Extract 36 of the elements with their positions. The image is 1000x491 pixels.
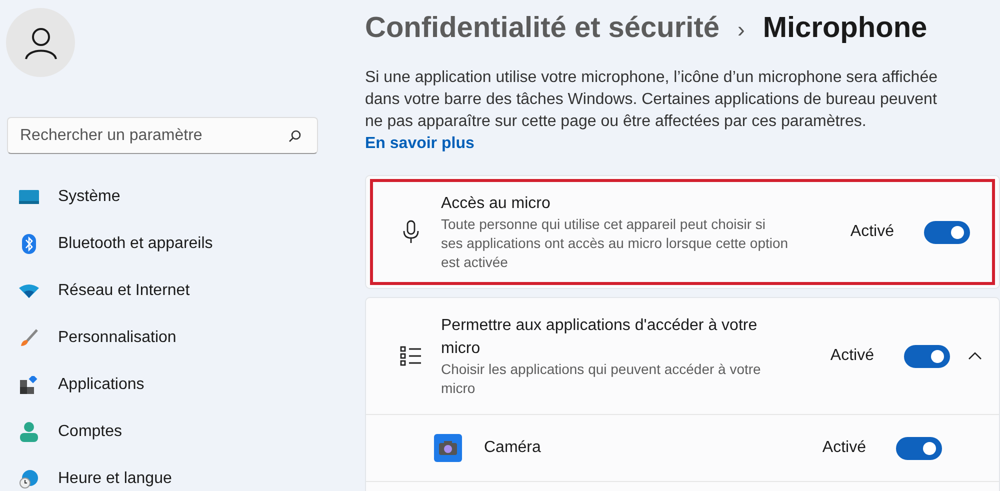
breadcrumb-separator: ›	[738, 17, 745, 43]
nav-item[interactable]: Comptes	[6, 408, 318, 455]
setting-title: Permettre aux applications d'accéder à votre micro	[441, 316, 758, 359]
toggle-switch[interactable]	[904, 344, 950, 368]
search-field[interactable]: Rechercher un paramètre	[7, 117, 318, 154]
chevron-up-icon[interactable]	[968, 352, 982, 360]
monitor-icon	[19, 188, 39, 204]
person-icon	[19, 422, 39, 442]
bluetooth-icon	[19, 234, 39, 254]
nav-item[interactable]: Réseau et Internet	[6, 267, 318, 314]
nav-item[interactable]: Applications	[6, 361, 318, 408]
description-text: Si une application utilise votre microphone, l’icône d’un microphone sera affichée dans votre barre des tâches Windows. Certaines applications de bureau peuvent ne pas apparaître sur cette page ou être affectées par ces paramètres. En savoir plus	[365, 68, 938, 154]
setting-description: Choisir les applications qui peuvent accéder à votre micro	[441, 360, 762, 398]
camera-app-icon	[434, 434, 462, 462]
globe-clock-icon	[19, 468, 39, 488]
toggle-switch[interactable]	[896, 436, 942, 460]
page-title: Microphone	[762, 12, 928, 45]
search-icon	[288, 129, 302, 143]
nav-item[interactable]: Heure et langue	[6, 455, 318, 491]
wifi-icon	[19, 284, 39, 298]
nav-item[interactable]: Système	[6, 173, 318, 220]
setting-description: Toute personne qui utilise cet appareil peut choisir si ses applications ont accès au micro lorsque cette option est activée	[441, 215, 790, 272]
microphone-icon	[402, 220, 418, 244]
nav-item[interactable]: Bluetooth et appareils	[6, 220, 318, 267]
nav-item[interactable]: Personnalisation	[6, 314, 318, 361]
app-name: Caméra	[484, 439, 541, 457]
toggle-switch[interactable]	[924, 220, 970, 244]
toggle-state: Activé	[830, 347, 874, 365]
toggle-state: Activé	[850, 223, 894, 241]
toggle-state: Activé	[822, 439, 866, 457]
brush-icon	[19, 328, 39, 346]
learn-more-link[interactable]: En savoir plus	[365, 135, 474, 152]
apps-icon	[19, 376, 39, 394]
setting-title: Accès au micro	[441, 194, 552, 214]
list-icon	[400, 346, 422, 366]
breadcrumb-link[interactable]: Confidentialité et sécurité	[365, 12, 720, 45]
